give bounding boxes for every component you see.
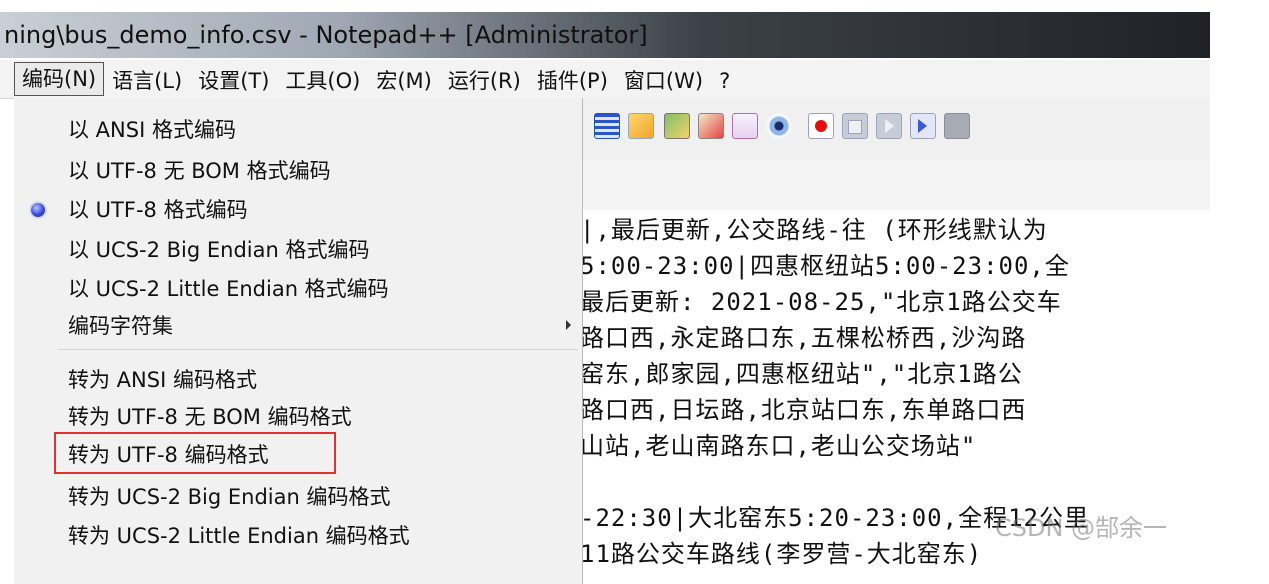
play-macro-icon[interactable]	[876, 113, 902, 139]
menu-language[interactable]: 语言(L)	[104, 64, 190, 94]
stop-macro-icon[interactable]	[842, 113, 868, 139]
menu-convert-ucs2-be[interactable]: 转为 UCS-2 Big Endian 编码格式	[68, 481, 391, 511]
menu-encoding[interactable]: 编码(N)	[14, 62, 105, 96]
editor-line: 11路公交车路线(李罗营-大北窑东)	[580, 540, 983, 568]
editor-line: 路口西,永定路口东,五棵松桥西,沙沟路	[580, 324, 1027, 352]
selected-radio-icon	[29, 201, 47, 219]
menu-encode-ucs2-be[interactable]: 以 UCS-2 Big Endian 格式编码	[68, 234, 370, 264]
menu-convert-ucs2-le[interactable]: 转为 UCS-2 Little Endian 编码格式	[68, 520, 410, 550]
menu-bar: 编码(N) 语言(L) 设置(T) 工具(O) 宏(M) 运行(R) 插件(P)…	[0, 60, 1210, 99]
word-wrap-icon[interactable]	[594, 113, 620, 139]
editor-line: 窑东,郎家园,四惠枢纽站","北京1路公	[580, 360, 1023, 388]
menu-character-sets[interactable]: 编码字符集	[68, 310, 173, 340]
editor-line: 5:00-23:00|四惠枢纽站5:00-23:00,全	[580, 252, 1070, 280]
function-list-icon[interactable]	[664, 113, 690, 139]
menu-macro[interactable]: 宏(M)	[368, 64, 440, 94]
menu-separator	[58, 349, 578, 350]
editor-line: |,最后更新,公交路线-往 (环形线默认为	[580, 216, 1048, 244]
menu-help[interactable]: ?	[711, 64, 738, 94]
folder-workspace-icon[interactable]	[732, 113, 758, 139]
title-bar: ning\bus_demo_info.csv - Notepad++ [Admi…	[0, 12, 1210, 58]
document-map-icon[interactable]	[698, 113, 724, 139]
menu-settings[interactable]: 设置(T)	[190, 64, 277, 94]
menu-run[interactable]: 运行(R)	[440, 64, 529, 94]
record-macro-icon[interactable]	[808, 113, 834, 139]
toolbar	[580, 98, 1210, 161]
menu-plugins[interactable]: 插件(P)	[529, 64, 616, 94]
highlight-annotation-box	[54, 432, 336, 474]
window-title: ning\bus_demo_info.csv - Notepad++ [Admi…	[4, 21, 648, 49]
menu-encode-utf8-no-bom[interactable]: 以 UTF-8 无 BOM 格式编码	[68, 155, 331, 185]
tab-bar	[580, 160, 1210, 211]
menu-convert-utf8-no-bom[interactable]: 转为 UTF-8 无 BOM 编码格式	[68, 401, 352, 431]
editor-line: 路口西,日坛路,北京站口东,东单路口西	[580, 396, 1027, 424]
menu-tools[interactable]: 工具(O)	[277, 64, 368, 94]
run-macro-multiple-icon[interactable]	[910, 113, 936, 139]
monitoring-eye-icon[interactable]	[766, 113, 792, 139]
menu-window[interactable]: 窗口(W)	[616, 64, 711, 94]
menu-encode-ansi[interactable]: 以 ANSI 格式编码	[68, 114, 236, 144]
watermark: CSDN @郜余一	[995, 514, 1168, 542]
save-macro-icon[interactable]	[944, 113, 970, 139]
menu-encode-utf8[interactable]: 以 UTF-8 格式编码	[68, 194, 248, 224]
editor-line: 山站,老山南路东口,老山公交场站"	[580, 432, 977, 460]
encoding-dropdown-menu: 以 ANSI 格式编码 以 UTF-8 无 BOM 格式编码 以 UTF-8 格…	[14, 98, 583, 584]
folder-fold-icon[interactable]	[628, 113, 654, 139]
submenu-arrow-icon	[566, 320, 571, 330]
menu-convert-ansi[interactable]: 转为 ANSI 编码格式	[68, 364, 257, 394]
menu-encode-ucs2-le[interactable]: 以 UCS-2 Little Endian 格式编码	[68, 273, 389, 303]
editor-line: 最后更新: 2021-08-25,"北京1路公交车	[580, 288, 1062, 316]
